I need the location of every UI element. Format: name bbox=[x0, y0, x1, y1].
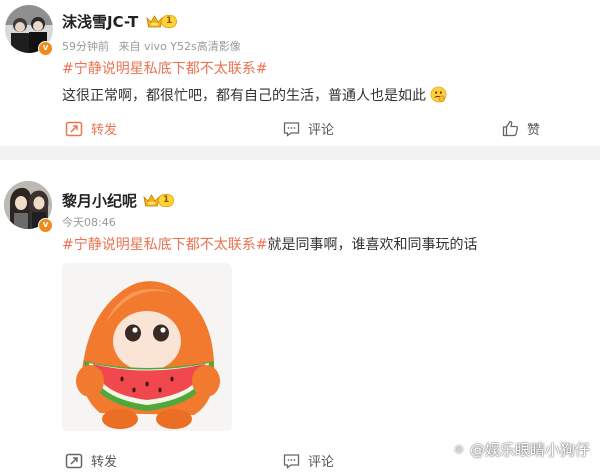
topic-link[interactable]: #宁静说明星私底下都不太联系# bbox=[62, 237, 267, 253]
repost-icon bbox=[65, 453, 83, 468]
comment-button[interactable]: 评论 bbox=[283, 119, 334, 138]
repost-label: 转发 bbox=[91, 123, 118, 138]
post-body-text: 这很正常啊，都很忙吧，都有自己的生活，普通人也是如此 bbox=[62, 88, 426, 104]
watermelon-sticker-image[interactable] bbox=[62, 263, 232, 431]
post-divider bbox=[0, 146, 600, 160]
verified-badge-icon: v bbox=[38, 218, 53, 233]
user-level-badge: 1 bbox=[143, 193, 175, 208]
watermark-text: @娱乐眼睛小狗仔 bbox=[469, 441, 590, 459]
post-body-text: 就是同事啊，谁喜欢和同事玩的话 bbox=[267, 237, 478, 253]
comment-icon bbox=[283, 121, 300, 137]
thumbs-up-icon bbox=[502, 120, 519, 137]
thinking-face-icon bbox=[431, 86, 447, 103]
watermark: ◎ @娱乐眼睛小狗仔 bbox=[450, 439, 590, 460]
verified-badge-icon: v bbox=[38, 41, 53, 56]
level-number: 1 bbox=[158, 194, 175, 207]
username[interactable]: 沫浅雪JC-T bbox=[62, 11, 138, 32]
like-label: 赞 bbox=[527, 123, 541, 138]
topic-hashtag[interactable]: #宁静说明星私底下都不太联系# bbox=[62, 58, 267, 78]
post-text: 这很正常啊，都很忙吧，都有自己的生活，普通人也是如此 bbox=[62, 85, 447, 105]
like-button[interactable]: 赞 bbox=[502, 119, 540, 138]
repost-button[interactable]: 转发 bbox=[65, 451, 117, 470]
feed-post-2: v 黎月小纪呢 1 今天08:46 #宁静说明星私底下都不太联系#就是同事啊，谁… bbox=[0, 160, 600, 476]
comment-icon bbox=[283, 453, 300, 469]
post-time: 59分钟前 bbox=[62, 40, 109, 53]
feed-post-1: v 沫浅雪JC-T 1 59分钟前 来自 vivo Y52s高清影像 #宁静说明… bbox=[0, 0, 600, 146]
post-meta: 今天08:46 bbox=[62, 214, 116, 230]
repost-button[interactable]: 转发 bbox=[65, 119, 117, 138]
comment-button[interactable]: 评论 bbox=[283, 451, 334, 470]
topic-link[interactable]: #宁静说明星私底下都不太联系# bbox=[62, 61, 267, 77]
level-number: 1 bbox=[161, 15, 178, 28]
repost-label: 转发 bbox=[91, 455, 118, 470]
comment-label: 评论 bbox=[308, 455, 335, 470]
user-level-badge: 1 bbox=[146, 14, 178, 29]
post-source: 来自 vivo Y52s高清影像 bbox=[118, 40, 241, 53]
post-meta: 59分钟前 来自 vivo Y52s高清影像 bbox=[62, 38, 241, 54]
username[interactable]: 黎月小纪呢 bbox=[62, 190, 137, 211]
watermark-logo-icon: ◎ bbox=[450, 441, 467, 458]
comment-label: 评论 bbox=[308, 123, 335, 138]
repost-icon bbox=[65, 121, 83, 136]
post-actions: 转发 评论 赞 bbox=[0, 119, 600, 141]
post-time: 今天08:46 bbox=[62, 216, 116, 229]
post-text: #宁静说明星私底下都不太联系#就是同事啊，谁喜欢和同事玩的话 bbox=[62, 234, 477, 254]
